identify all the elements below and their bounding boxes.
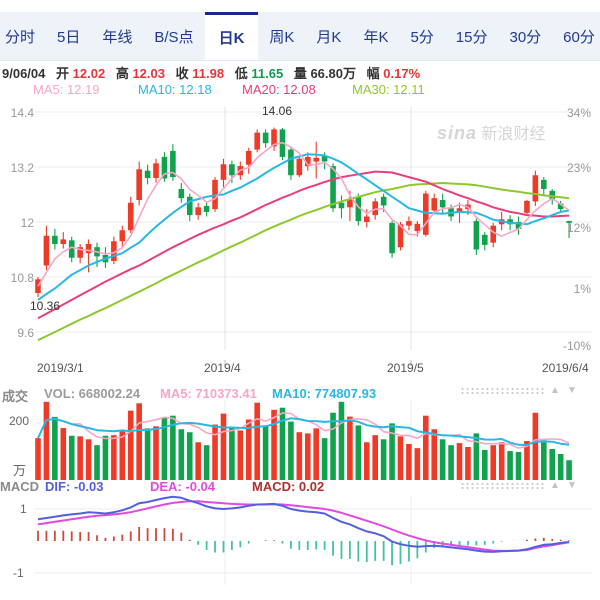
macd-neg-tick: -1	[13, 566, 24, 580]
tab-fenshi[interactable]: 分时	[0, 12, 46, 60]
low-price-annotation: 10.36	[30, 299, 60, 313]
tab-60min[interactable]: 60分	[552, 12, 600, 60]
volume-value: 66.80万	[310, 66, 356, 81]
macd-pane-label: MACD	[0, 479, 39, 494]
pct-tick-4: -10%	[551, 339, 591, 353]
open-label: 开	[56, 66, 69, 81]
low-label: 低	[235, 66, 248, 81]
sina-watermark: sina 新浪财经	[437, 120, 545, 144]
pct-tick-2: 12%	[551, 221, 591, 235]
close-value: 11.98	[192, 66, 224, 81]
price-tick-0: 14.4	[0, 106, 34, 120]
high-label: 高	[116, 66, 129, 81]
chart-period-tabbar: 分时 5日 年线 B/S点 日K 周K 月K 年K 5分 15分 30分 60分…	[0, 12, 600, 61]
high-value: 12.03	[132, 66, 165, 81]
sina-logo: sina	[437, 123, 477, 143]
volume-unit-label: 万	[13, 460, 26, 479]
tab-weekly-k[interactable]: 周K	[258, 12, 305, 60]
price-tick-2: 12	[0, 216, 34, 230]
vol-ma5-value: MA5: 710373.41	[160, 386, 257, 401]
volume-scroll-grip[interactable]	[460, 387, 546, 396]
volume-label: 量	[294, 66, 307, 81]
volume-scale-label: 200	[9, 414, 29, 428]
ma20-value: MA20: 12.08	[242, 82, 316, 97]
pct-tick-1: 23%	[551, 161, 591, 175]
high-price-annotation: 14.06	[262, 104, 292, 118]
pct-tick-0: 34%	[551, 106, 591, 120]
tab-yearly-k[interactable]: 年K	[352, 12, 399, 60]
ohlc-readout: 9/06/04 开 12.02 高 12.03 收 11.98 低 11.65 …	[2, 63, 598, 82]
low-value: 11.65	[251, 66, 283, 81]
volume-pane-label: 成交	[2, 386, 28, 405]
macd-scroll-down-arrow[interactable]: ▼	[567, 481, 577, 491]
date-tick-2: 2019/5	[387, 361, 424, 375]
date-tick-1: 2019/4	[204, 361, 241, 375]
vol-ma10-value: MA10: 774807.93	[272, 386, 376, 401]
tab-list: 分时 5日 年线 B/S点 日K 周K 月K 年K 5分 15分 30分 60分	[0, 12, 600, 60]
open-value: 12.02	[73, 66, 106, 81]
dif-value: DIF: -0.03	[45, 479, 104, 494]
macd-pos-tick: 1	[20, 502, 27, 516]
tab-yearline[interactable]: 年线	[91, 12, 143, 60]
volume-scroll-down-arrow[interactable]: ▼	[567, 386, 577, 396]
date-tick-0: 2019/3/1	[37, 361, 84, 375]
date-tick-3: 2019/6/4	[542, 361, 589, 375]
macd-value: MACD: 0.02	[252, 479, 324, 494]
tab-daily-k[interactable]: 日K	[205, 12, 259, 60]
ma-values-row: MA5: 12.19 MA10: 12.18 MA20: 12.08 MA30:…	[0, 82, 600, 98]
tab-bs-points[interactable]: B/S点	[143, 12, 204, 60]
amplitude-value: 0.17%	[383, 66, 420, 81]
macd-scroll-up-arrow[interactable]: ▲	[550, 481, 560, 491]
tab-5min[interactable]: 5分	[399, 12, 444, 60]
ma10-value: MA10: 12.18	[138, 82, 212, 97]
macd-scroll-grip[interactable]	[460, 482, 546, 491]
price-tick-4: 9.6	[0, 326, 34, 340]
stock-chart-app: { "tabbar": { "tabs": [ {"label":"分时","a…	[0, 0, 600, 600]
price-tick-3: 10.8	[0, 271, 34, 285]
ma30-value: MA30: 12.11	[352, 82, 425, 97]
tab-monthly-k[interactable]: 月K	[305, 12, 352, 60]
price-tick-1: 13.2	[0, 161, 34, 175]
volume-scroll-up-arrow[interactable]: ▲	[550, 386, 560, 396]
readout-date: 9/06/04	[2, 66, 45, 81]
tab-15min[interactable]: 15分	[445, 12, 499, 60]
chart-canvas[interactable]	[0, 100, 600, 600]
tab-30min[interactable]: 30分	[498, 12, 552, 60]
close-label: 收	[176, 66, 189, 81]
dea-value: DEA: -0.04	[150, 479, 215, 494]
amplitude-label: 幅	[367, 66, 380, 81]
vol-value: VOL: 668002.24	[44, 386, 140, 401]
ma5-value: MA5: 12.19	[33, 82, 100, 97]
watermark-text: 新浪财经	[477, 126, 545, 143]
tab-5day[interactable]: 5日	[46, 12, 91, 60]
pct-tick-3: 1%	[551, 282, 591, 296]
